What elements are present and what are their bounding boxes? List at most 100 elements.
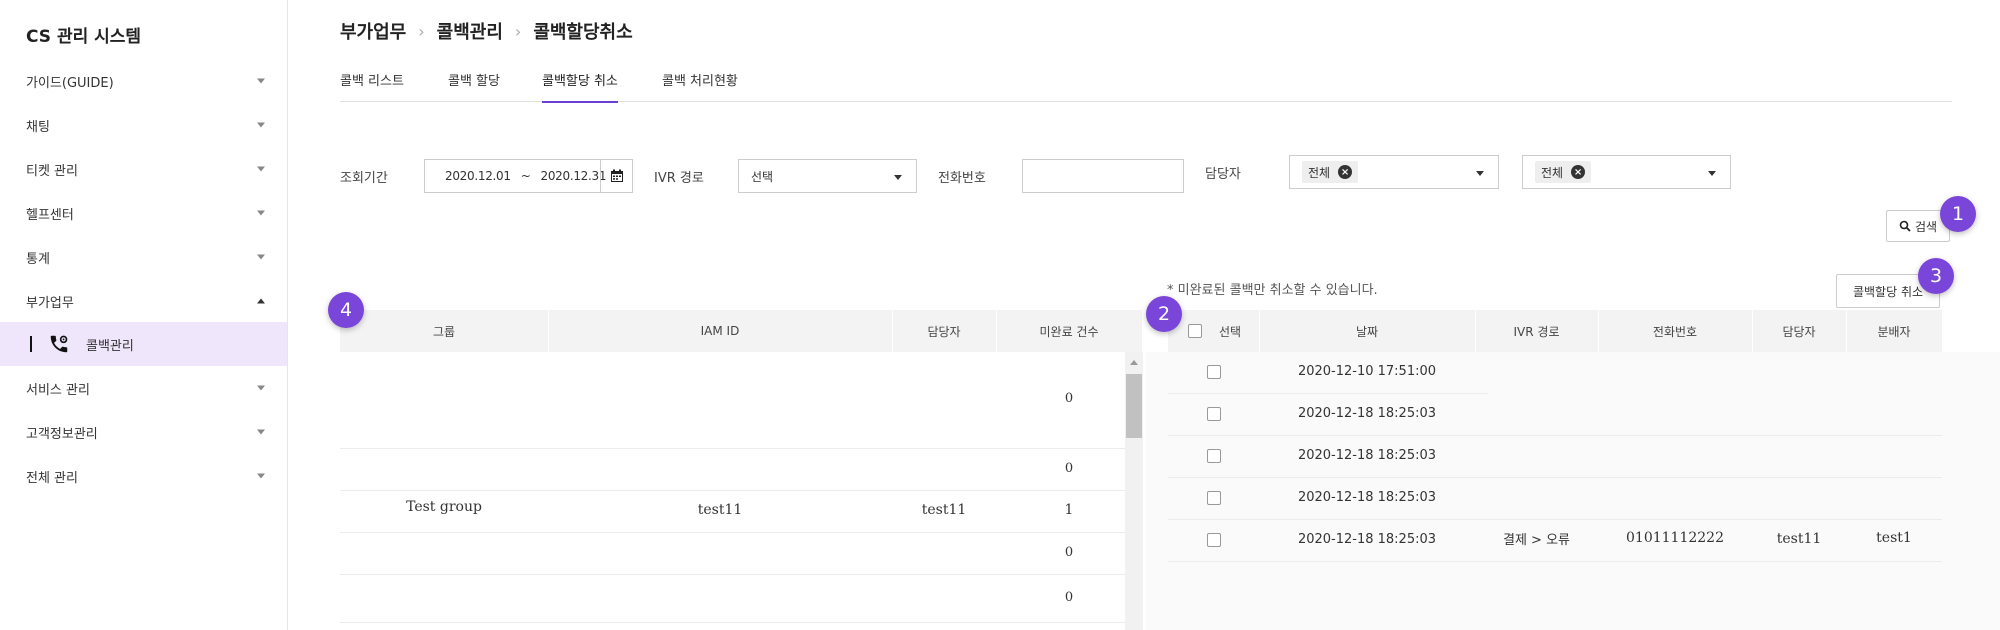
sidebar-item-label: 통계 bbox=[26, 251, 50, 267]
row-divider bbox=[1168, 393, 1488, 394]
sidebar-item-service[interactable]: 서비스 관리 bbox=[0, 366, 287, 410]
column-header-select: 선택 bbox=[1218, 324, 1242, 339]
date-cell: 2020-12-18 18:25:03 bbox=[1297, 448, 1437, 463]
sidebar-item-customer[interactable]: 고객정보관리 bbox=[0, 410, 287, 454]
tab-callback-assign[interactable]: 콜백 할당 bbox=[448, 70, 500, 101]
scroll-up-icon[interactable] bbox=[1130, 360, 1138, 365]
sidebar-item-extra-work[interactable]: 부가업무 bbox=[0, 279, 287, 323]
left-table-scrollbar[interactable] bbox=[1125, 352, 1143, 630]
close-icon[interactable]: × bbox=[1571, 165, 1586, 179]
count-cell: 1 bbox=[1064, 502, 1074, 518]
chevron-down-icon bbox=[257, 166, 265, 172]
row-checkbox[interactable] bbox=[1207, 407, 1221, 421]
sidebar-item-ticket[interactable]: 티켓 관리 bbox=[0, 147, 287, 191]
agent-label: 담당자 bbox=[1205, 167, 1241, 182]
agent-tag-2: 전체 × bbox=[1535, 161, 1592, 183]
ivr-label: IVR 경로 bbox=[654, 171, 704, 186]
chevron-down-icon bbox=[257, 78, 265, 84]
calendar-icon bbox=[611, 169, 623, 182]
chevron-down-icon bbox=[257, 473, 265, 479]
date-separator: ~ bbox=[520, 169, 531, 183]
tab-callback-assign-cancel[interactable]: 콜백할당 취소 bbox=[542, 70, 618, 103]
sidebar: CS 관리 시스템 가이드(GUIDE) 채팅 티켓 관리 헬프센터 통계 부가… bbox=[0, 0, 288, 630]
caret-down-icon bbox=[1476, 171, 1484, 176]
chevron-down-icon bbox=[257, 254, 265, 260]
row-divider bbox=[1168, 435, 1942, 436]
distributor-cell: test1 bbox=[1876, 530, 1912, 546]
date-to: 2020.12.31 bbox=[540, 169, 607, 183]
period-label: 조회기간 bbox=[340, 171, 388, 186]
sidebar-item-label: 전체 관리 bbox=[26, 470, 78, 486]
sidebar-item-stats[interactable]: 통계 bbox=[0, 235, 287, 279]
ivr-select-value: 선택 bbox=[751, 169, 774, 184]
row-checkbox[interactable] bbox=[1207, 491, 1221, 505]
column-header-group: 그룹 bbox=[432, 324, 456, 339]
sidebar-item-label: 서비스 관리 bbox=[26, 382, 90, 398]
agent-select-2[interactable]: 전체 × bbox=[1522, 155, 1731, 189]
row-divider bbox=[340, 532, 1125, 533]
count-cell: 0 bbox=[1064, 590, 1074, 605]
column-header-agent: 담당자 bbox=[927, 324, 961, 339]
step-badge-3: 3 bbox=[1918, 258, 1954, 294]
phone-input[interactable] bbox=[1022, 159, 1184, 193]
close-icon[interactable]: × bbox=[1338, 165, 1353, 179]
step-badge-1: 1 bbox=[1940, 196, 1976, 232]
column-header-incomplete-count: 미완료 건수 bbox=[1039, 324, 1099, 339]
chevron-down-icon bbox=[257, 429, 265, 435]
sidebar-item-admin[interactable]: 전체 관리 bbox=[0, 454, 287, 498]
agent-select-1[interactable]: 전체 × bbox=[1289, 155, 1499, 189]
sidebar-subitem-callback[interactable]: 콜백관리 bbox=[0, 322, 287, 366]
sidebar-item-label: 부가업무 bbox=[26, 295, 74, 311]
group-cell: Test group bbox=[406, 499, 482, 515]
sidebar-item-label: 고객정보관리 bbox=[26, 426, 98, 442]
ivr-select[interactable]: 선택 bbox=[738, 159, 917, 193]
phone-cell: 01011112222 bbox=[1626, 530, 1724, 546]
column-header-agent: 담당자 bbox=[1782, 324, 1816, 339]
date-cell: 2020-12-18 18:25:03 bbox=[1297, 406, 1437, 421]
row-checkbox[interactable] bbox=[1207, 449, 1221, 463]
row-divider bbox=[340, 622, 1125, 623]
search-button-label: 검색 bbox=[1914, 219, 1938, 234]
sidebar-item-label: 가이드(GUIDE) bbox=[26, 75, 114, 91]
scroll-thumb[interactable] bbox=[1126, 374, 1142, 438]
agent-cell: test11 bbox=[1776, 531, 1822, 547]
breadcrumb-item[interactable]: 부가업무 bbox=[340, 18, 406, 44]
search-icon bbox=[1899, 220, 1911, 232]
sidebar-item-chat[interactable]: 채팅 bbox=[0, 103, 287, 147]
count-cell: 0 bbox=[1064, 545, 1074, 560]
sidebar-item-guide[interactable]: 가이드(GUIDE) bbox=[0, 59, 287, 103]
tag-label: 전체 bbox=[1308, 165, 1331, 180]
breadcrumb: 부가업무 › 콜백관리 › 콜백할당취소 bbox=[340, 18, 633, 44]
row-divider bbox=[1168, 519, 1942, 520]
ivr-cell: 결제 > 오류 bbox=[1503, 533, 1570, 548]
left-table-header: 그룹 IAM ID 담당자 미완료 건수 bbox=[340, 310, 1142, 352]
page-title: 콜백할당취소 bbox=[533, 22, 633, 43]
date-cell: 2020-12-10 17:51:00 bbox=[1297, 364, 1437, 379]
app-title: CS 관리 시스템 bbox=[26, 27, 142, 47]
column-header-ivr: IVR 경로 bbox=[1513, 324, 1560, 339]
row-divider bbox=[1168, 477, 1942, 478]
step-badge-4: 4 bbox=[328, 292, 364, 328]
breadcrumb-item[interactable]: 콜백관리 bbox=[437, 18, 503, 44]
select-all-checkbox[interactable] bbox=[1188, 324, 1202, 338]
agent-tag-1: 전체 × bbox=[1302, 161, 1359, 183]
sidebar-subitem-label: 콜백관리 bbox=[86, 338, 134, 354]
tab-callback-list[interactable]: 콜백 리스트 bbox=[340, 70, 404, 101]
tag-label: 전체 bbox=[1541, 165, 1564, 180]
right-table-header: 선택 날짜 IVR 경로 전화번호 담당자 분배자 bbox=[1168, 310, 1942, 352]
sidebar-item-helpcenter[interactable]: 헬프센터 bbox=[0, 191, 287, 235]
sidebar-item-label: 채팅 bbox=[26, 119, 50, 135]
calendar-button[interactable] bbox=[600, 159, 633, 193]
tab-callback-status[interactable]: 콜백 처리현황 bbox=[662, 70, 738, 101]
iam-id-cell: test11 bbox=[697, 502, 743, 518]
count-cell: 0 bbox=[1064, 461, 1074, 476]
active-indicator bbox=[30, 336, 32, 352]
row-divider bbox=[340, 448, 1125, 449]
column-header-date: 날짜 bbox=[1355, 324, 1379, 339]
phone-label: 전화번호 bbox=[938, 171, 986, 186]
row-checkbox[interactable] bbox=[1207, 365, 1221, 379]
caret-down-icon bbox=[894, 175, 902, 180]
chevron-down-icon bbox=[257, 122, 265, 128]
chevron-right-icon: › bbox=[514, 21, 522, 41]
row-checkbox[interactable] bbox=[1207, 533, 1221, 547]
